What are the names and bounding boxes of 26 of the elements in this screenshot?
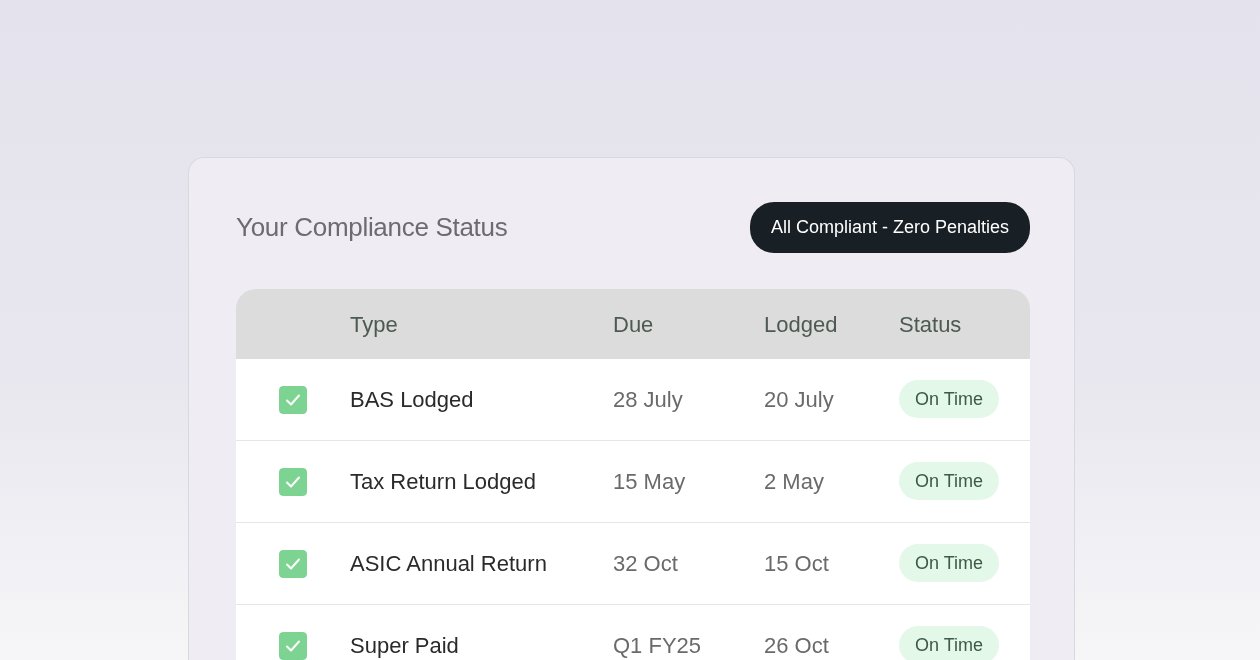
column-header: Lodged bbox=[764, 311, 838, 337]
table-cell: 15 Oct bbox=[764, 551, 829, 576]
column-header: Type bbox=[350, 311, 398, 337]
status-badge: All Compliant - Zero Penalties bbox=[749, 202, 1030, 253]
table-cell: 15 May bbox=[613, 469, 686, 494]
status-pill: On Time bbox=[899, 626, 1000, 660]
status-pill: On Time bbox=[899, 544, 1000, 582]
table-cell: 28 July bbox=[613, 387, 683, 412]
table-cell: Tax Return Lodged bbox=[350, 469, 536, 494]
table-cell: 20 July bbox=[764, 387, 834, 412]
table-cell: 26 Oct bbox=[764, 633, 829, 658]
checkbox[interactable] bbox=[279, 631, 307, 660]
status-pill: On Time bbox=[899, 462, 1000, 500]
section-title: Your Compliance Status bbox=[236, 211, 508, 244]
column-header: Due bbox=[613, 311, 654, 337]
table-cell: BAS Lodged bbox=[350, 387, 474, 412]
table-cell: ASIC Annual Return bbox=[350, 551, 547, 576]
status-pill: On Time bbox=[899, 380, 1000, 418]
table-cell: Q1 FY25 bbox=[613, 633, 702, 658]
table-cell: Super Paid bbox=[350, 633, 459, 658]
table-cell: 2 May bbox=[764, 469, 824, 494]
checkbox[interactable] bbox=[279, 385, 307, 414]
checkbox[interactable] bbox=[279, 467, 307, 496]
table-cell: 32 Oct bbox=[613, 551, 678, 576]
checkbox[interactable] bbox=[279, 549, 307, 578]
column-header: Status bbox=[899, 311, 962, 337]
